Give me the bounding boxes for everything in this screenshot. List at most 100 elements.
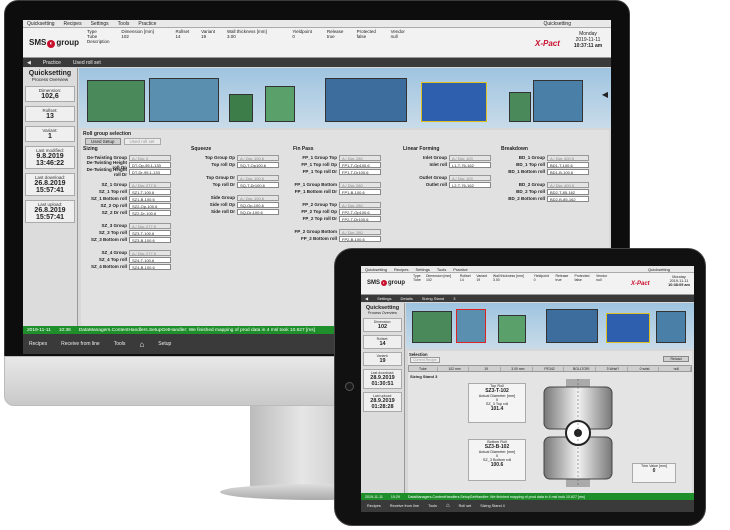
bottom-recipes[interactable]: Recipes (29, 341, 47, 347)
back-icon[interactable]: ◀ (27, 60, 31, 66)
tablet-menu-practice[interactable]: Practice (453, 267, 467, 272)
tablet-nav-details[interactable]: Details (401, 296, 413, 301)
tablet-nav-stand-number[interactable]: 3 (453, 296, 455, 301)
roll-id-field[interactable]: FP2-T-Dr100.6 (339, 215, 381, 222)
group-select[interactable]: A / Dia: 280 (339, 181, 381, 188)
roll-id-field[interactable]: SZ4-T-100.6 (129, 256, 171, 263)
roll-id-field[interactable]: DT-Op-95.1-133 (129, 161, 171, 168)
group-select[interactable]: A / Dia: 0 (129, 154, 171, 161)
roll-field: BD_1 Top roll BD1-T-100.6 (501, 161, 589, 168)
group-select[interactable]: A / Dia: 280 (339, 154, 381, 161)
tablet-header: SMS ◐ group Type Dimension [mm] Rollset Varia… (361, 273, 694, 295)
group-select[interactable]: A / Dia: 100.6 (237, 154, 279, 161)
roll-field: FP_2 Bottom roll FP2-B-100.6 (293, 235, 381, 242)
roll-id-field[interactable]: SZ2-Dr-100.6 (129, 209, 171, 216)
line-overview-image[interactable]: ◀ (79, 68, 611, 128)
roll-id-field[interactable]: SQ-T-Op100.6 (237, 161, 279, 168)
tablet-logo-group-text: group (388, 280, 406, 286)
tablet-bottom-sizing-stand-4[interactable]: Sizing Stand 4 (480, 504, 505, 508)
group-select[interactable]: A / Dia: 103 (449, 174, 491, 181)
roll-id-field[interactable]: SQ-Dr-100.6 (237, 208, 279, 215)
nav-used-roll-set[interactable]: Used roll set (73, 60, 101, 66)
bottom-setup[interactable]: Setup (158, 341, 171, 347)
roll-id-field[interactable]: BD2-T-85-162 (547, 188, 589, 195)
machine-icon (421, 82, 487, 122)
menu-settings[interactable]: Settings (91, 21, 109, 27)
tablet-menu-quicksetting[interactable]: Quicksetting (365, 267, 387, 272)
top-roll-card: Top Roll SZ3-T-102 Actual Diameter [mm] … (468, 383, 526, 423)
header-cell: false (574, 278, 582, 282)
group-select[interactable]: A / Dia: 277.5 (129, 249, 171, 256)
used-roll-set-button[interactable]: Used roll set (123, 138, 161, 145)
group-select[interactable]: A / Dia: 280 (339, 201, 381, 208)
roll-field: BD_1 Group A / Dia: 400.5 (501, 154, 589, 161)
tablet-menu-settings[interactable]: Settings (415, 267, 429, 272)
roll-field-label: Side Group (210, 195, 235, 200)
roll-id-field[interactable]: SZ2-Op-100.6 (129, 202, 171, 209)
tablet-bottom-recipes[interactable]: Recipes (367, 504, 381, 508)
roll-id-field[interactable]: SZ3-B-100.6 (129, 236, 171, 243)
roll-id-field[interactable]: L2-T-76-162 (449, 181, 491, 188)
group-select[interactable]: A / Dia: 277.5 (129, 181, 171, 188)
header-cell: 0 (292, 34, 295, 39)
roll-id-field[interactable]: FP2-B-100.6 (339, 235, 381, 242)
tablet-bottom-receive[interactable]: Receive from line (390, 504, 419, 508)
tablet-line-overview-image[interactable] (406, 303, 694, 349)
group-select[interactable]: A / Dia: 400.5 (547, 154, 589, 161)
tablet-menu-bar: Quicksetting Recipes Settings Tools Prac… (361, 266, 694, 273)
roll-id-field[interactable]: BD2-B-85-162 (547, 195, 589, 202)
group-select[interactable]: A / Dia: 280 (339, 228, 381, 235)
roll-id-field[interactable]: SQ-T-Dr100.6 (237, 181, 279, 188)
tablet-nav-settings[interactable]: Settings (377, 296, 391, 301)
roll-id-field[interactable]: FP2-T-Op100.6 (339, 208, 381, 215)
logo-dot-icon: ◐ (47, 40, 56, 48)
group-select[interactable]: A / Dia: 103 (449, 154, 491, 161)
roll-id-field[interactable]: BD1-B-100.6 (547, 168, 589, 175)
header-cell: 102 (121, 34, 129, 39)
roll-stand-drawing (543, 379, 613, 487)
roll-id-field[interactable]: FP1-B-100.6 (339, 188, 381, 195)
clock: Monday 2019-11-11 10:37:11 am (569, 31, 607, 49)
tablet-bottom-tools[interactable]: Tools (428, 504, 437, 508)
tablet-home-icon[interactable]: ⌂ (446, 503, 450, 509)
roll-id-field[interactable]: SZ1-B-100.6 (129, 195, 171, 202)
roll-id-field[interactable]: FP1-T-Dr100.6 (339, 168, 381, 175)
recipe-strip-cell: PE342 (536, 366, 565, 371)
home-icon[interactable]: ⌂ (139, 340, 144, 349)
roll-field: SZ_3 Bottom roll SZ3-B-100.6 (83, 236, 171, 243)
roll-id-field[interactable]: DT-Dr-95.1-133 (129, 168, 171, 175)
menu-quicksetting[interactable]: Quicksetting (27, 21, 55, 27)
left-subtitle: Process Overview (31, 77, 69, 82)
bottom-tools[interactable]: Tools (114, 341, 126, 347)
tablet-nav-sizing-stand[interactable]: Sizing Stand (422, 296, 444, 301)
tablet-back-icon[interactable]: ◀ (365, 296, 368, 301)
roll-id-field[interactable]: SQ-Op-100.6 (237, 201, 279, 208)
group-select[interactable]: A / Dia: 277.5 (129, 222, 171, 229)
scroll-right-icon[interactable]: ◀ (602, 90, 608, 99)
menu-recipes[interactable]: Recipes (64, 21, 82, 27)
info-tile: Dimension: 102 (363, 318, 402, 332)
reload-button[interactable]: Reload (663, 356, 689, 362)
header-table: Type Dimension [mm] Rollset Variant Wall thi… (87, 29, 417, 44)
group-select[interactable]: A / Dia: 100.6 (237, 194, 279, 201)
roll-id-field[interactable]: FP1-T-Op100.6 (339, 161, 381, 168)
tablet-bottom-roll-set[interactable]: Roll set (459, 504, 472, 508)
roll-id-field[interactable]: SZ4-B-100.6 (129, 263, 171, 270)
roll-id-field[interactable]: L1-T-76-162 (449, 161, 491, 168)
menu-practice[interactable]: Practice (138, 21, 156, 27)
roll-id-field[interactable]: BD1-T-100.6 (547, 161, 589, 168)
tablet-menu-recipes[interactable]: Recipes (394, 267, 408, 272)
bottom-receive-from-line[interactable]: Receive from line (61, 341, 100, 347)
group-select[interactable]: A / Dia: 100.6 (237, 174, 279, 181)
tablet-menu-tools[interactable]: Tools (437, 267, 446, 272)
roll-id-field[interactable]: SZ3-T-100.6 (129, 229, 171, 236)
used-setup-button[interactable]: Used Setup (85, 138, 121, 145)
header-table-columns: Type Dimension [mm] Rollset Variant Wall thi… (87, 29, 417, 34)
group-select[interactable]: A / Dia: 400.5 (547, 181, 589, 188)
current-recipe-select[interactable]: Current Recipe (410, 357, 440, 363)
nav-practice[interactable]: Practice (43, 60, 61, 66)
roll-id-field[interactable]: SZ1-T-100.6 (129, 188, 171, 195)
menu-tools[interactable]: Tools (118, 21, 130, 27)
roll-field: SZ_1 Group A / Dia: 277.5 (83, 181, 171, 188)
stand-title: Sizing Stand 3 (410, 374, 438, 379)
